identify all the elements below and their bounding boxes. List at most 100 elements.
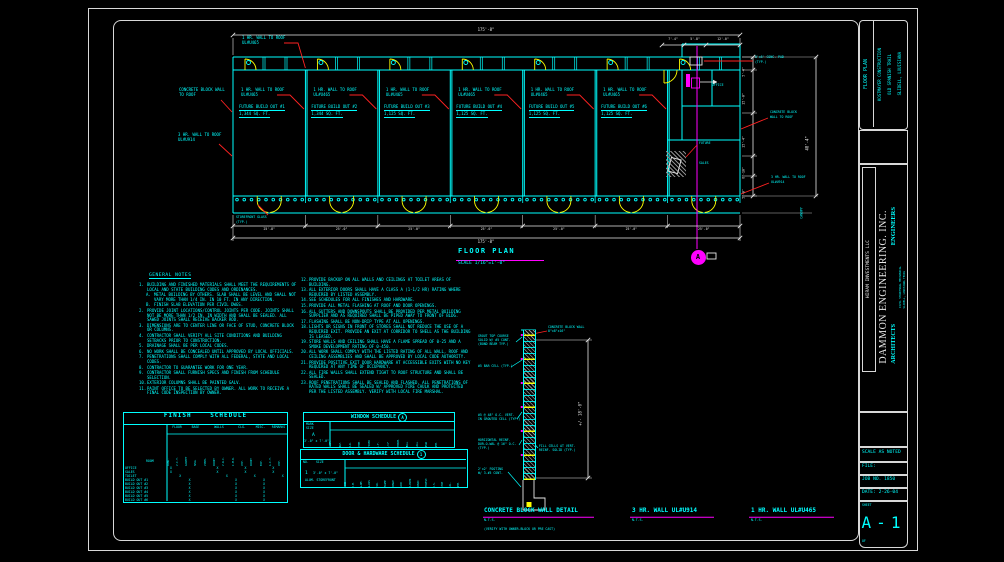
note-text: METAL BUILDING BY OTHERS. SLAB SHALL BE … [154, 293, 299, 302]
note-text: ALL FIRE WALLS SHALL EXTEND TIGHT TO ROO… [309, 371, 471, 380]
firm-architects-cell: ARCHITECTS [890, 283, 898, 405]
note-number: 7. [139, 355, 147, 364]
block-left-label: #5 BAR CELL (TYP.) [478, 365, 513, 369]
finish-mark: X [254, 475, 256, 479]
finish-group-header: BASE [186, 426, 205, 430]
window-schedule-title-text: WINDOW SCHEDULE [351, 415, 396, 421]
dim-label-bay: 25'-8" [254, 228, 284, 232]
titleblock-date-box: DATE: 2-26-04 [859, 488, 908, 501]
finish-col-label: V.W.C. [222, 457, 225, 466]
unit-area: 1,125 SQ. FT. [601, 112, 632, 118]
general-notes-right: 12.PROVIDE BACKUP ON ALL WALLS AND CEILI… [301, 278, 471, 396]
client-line-2: OLD SPANISH TRAIL [885, 21, 895, 127]
note-item: 22.ALL FIRE WALLS SHALL EXTEND TIGHT TO … [301, 371, 471, 380]
note-text: LIGHTS OR SIGNS IN FRONT OF STORES SHALL… [309, 325, 471, 339]
unit-wall-label: UL#U465 [531, 93, 548, 98]
note-item: 20.ALL WORK SHALL COMPLY WITH THE LISTED… [301, 350, 471, 359]
client-street: OLD SPANISH TRAIL [888, 54, 893, 95]
label-conc-pad: (TYP.) [755, 61, 767, 65]
note-number: 21. [301, 361, 309, 370]
door-col-label: HINGE [392, 480, 395, 488]
door-col-label: GLASS [368, 480, 371, 488]
finish-col-label: A.C.T. [269, 457, 272, 466]
door-col-label: SIL. [449, 482, 452, 488]
unit-area: 1,125 SQ. FT. [456, 112, 487, 118]
file-label: FILE: [862, 464, 876, 469]
unit-wall-label: UL#U465 [313, 93, 330, 98]
window-col-label: REM. [435, 442, 438, 448]
titleblock-firm-box: HIRAM INVESTMENTS LLC DAMMON ENGINEERING… [859, 164, 908, 412]
job-number: JOB NO. 1850 [862, 477, 895, 482]
room-label-future: FUTURE [699, 142, 711, 146]
firm-name: DAMMON ENGINEERING. INC. [878, 210, 889, 364]
window-col-label: BRZ. [339, 442, 342, 448]
note-item: 19.STORE WALLS AND CEILING SHALL HAVE A … [301, 340, 471, 349]
note-item: 15.PROVIDE ALL METAL FLASHING AT ROOF AN… [301, 304, 471, 309]
note-number: 9. [139, 371, 147, 380]
door-row-size: 3'-0" x 7'-0" [313, 472, 338, 476]
block-right-label: REINF. SOLID (TYP.) [539, 449, 575, 453]
titleblock-sheet-box: SHEET A-1 OF [859, 501, 908, 548]
unit-wall-label: UL#U465 [241, 93, 258, 98]
note-text: CONTRACTOR SHALL VERIFY ALL SITE CONDITI… [147, 334, 299, 343]
unit-name: FUTURE BUILD OUT #6 [601, 105, 647, 111]
canopy-label: CANOPY [800, 207, 804, 219]
window-row-mark: A [312, 433, 315, 438]
finish-mark: X [189, 499, 191, 503]
note-item: 4.CONTRACTOR SHALL VERIFY ALL SITE CONDI… [139, 334, 299, 343]
dim-label-bay: 25'-0" [472, 228, 502, 232]
block-detail-verify-note: (VERIFY WITH OWNER-BLOCK OR PRE CAST) [484, 528, 555, 532]
block-top-label: 8"x8"x16" [548, 330, 565, 334]
finish-col-label: VINYL [204, 458, 207, 466]
window-row-size: 3'-0" x 7'-0" [304, 440, 329, 444]
scale-value: SCALE AS NOTED [862, 450, 901, 455]
window-col-label: FIXED [368, 440, 371, 448]
window-col-label: ALUM. [329, 440, 332, 448]
door-schedule-title: DOOR & HARDWARE SCHEDULE1 [300, 450, 468, 459]
label-storefront-glass: (TYP.) [236, 221, 248, 225]
dim-label-right-total: 48'-4" [805, 136, 810, 150]
note-text: ALL WORK SHALL COMPLY WITH THE LISTED RA… [309, 350, 471, 359]
note-text: PROVIDE ALL METAL FLASHING AT ROOF AND D… [309, 304, 471, 309]
window-col-label: S.F. [377, 442, 380, 448]
general-notes-title: GENERAL NOTES [149, 273, 191, 279]
unit-wall-label: UL#U465 [458, 93, 475, 98]
unit-area-text: 1,125 SQ. FT. [601, 112, 632, 118]
dim-label-overall-top: 175'-8" [466, 28, 506, 33]
note-item: 21.PROVIDE POSITIVE EXIT DOOR HARDWARE A… [301, 361, 471, 370]
note-number: 11. [139, 387, 147, 396]
note-item: 7.PENETRATIONS SHALL COMPLY WITH ALL FED… [139, 355, 299, 364]
unit-area-text: 1,125 SQ. FT. [529, 112, 560, 118]
door-col-label: W.S. [433, 482, 436, 488]
door-col-label: CLOSER [409, 479, 412, 488]
finish-mark: X [217, 471, 219, 475]
window-col-label: HEAD [425, 442, 428, 448]
dim-label-overall-bottom: 175'-8" [466, 240, 506, 245]
finish-col-label: V.C.T. [176, 457, 179, 466]
unit-name: FUTURE BUILD OUT #1 [239, 105, 285, 111]
unit-area-text: 1,344 SQ. FT. [239, 112, 270, 118]
door-col-label: LVR. [376, 482, 379, 488]
plan-scale: SCALE 1/16"=1'-0" [458, 261, 505, 266]
label-right-3hr-wall: UL#U914 [771, 181, 784, 185]
door-col-label: THRESH [425, 479, 428, 488]
note-number: 20. [301, 350, 309, 359]
dim-label: 7'-4" [661, 38, 685, 42]
finish-col-label: CONC. [167, 458, 170, 466]
finish-col-label: PAINT [213, 458, 216, 466]
unit-area: 1,125 SQ. FT. [529, 112, 560, 118]
finish-group-header: REMARKS [270, 426, 287, 430]
unit-name: FUTURE BUILD OUT #2 [311, 105, 357, 111]
firm-architects: ARCHITECTS [891, 324, 897, 364]
note-number: 18. [301, 325, 309, 339]
note-number: 4. [139, 334, 147, 343]
finish-mark: X [170, 471, 172, 475]
dim-label-right: 5'-4" [742, 67, 746, 77]
plan-title: FLOOR PLAN [458, 248, 515, 256]
note-number: 13. [301, 288, 309, 297]
block-height-dim: +/- 18'-0" [578, 402, 583, 426]
unit-area-text: 1,344 SQ. FT. [311, 112, 342, 118]
unit-area: 1,344 SQ. FT. [311, 112, 342, 118]
unit-name-text: FUTURE BUILD OUT #6 [601, 105, 647, 111]
titleblock-scale-box: SCALE AS NOTED [859, 447, 908, 462]
